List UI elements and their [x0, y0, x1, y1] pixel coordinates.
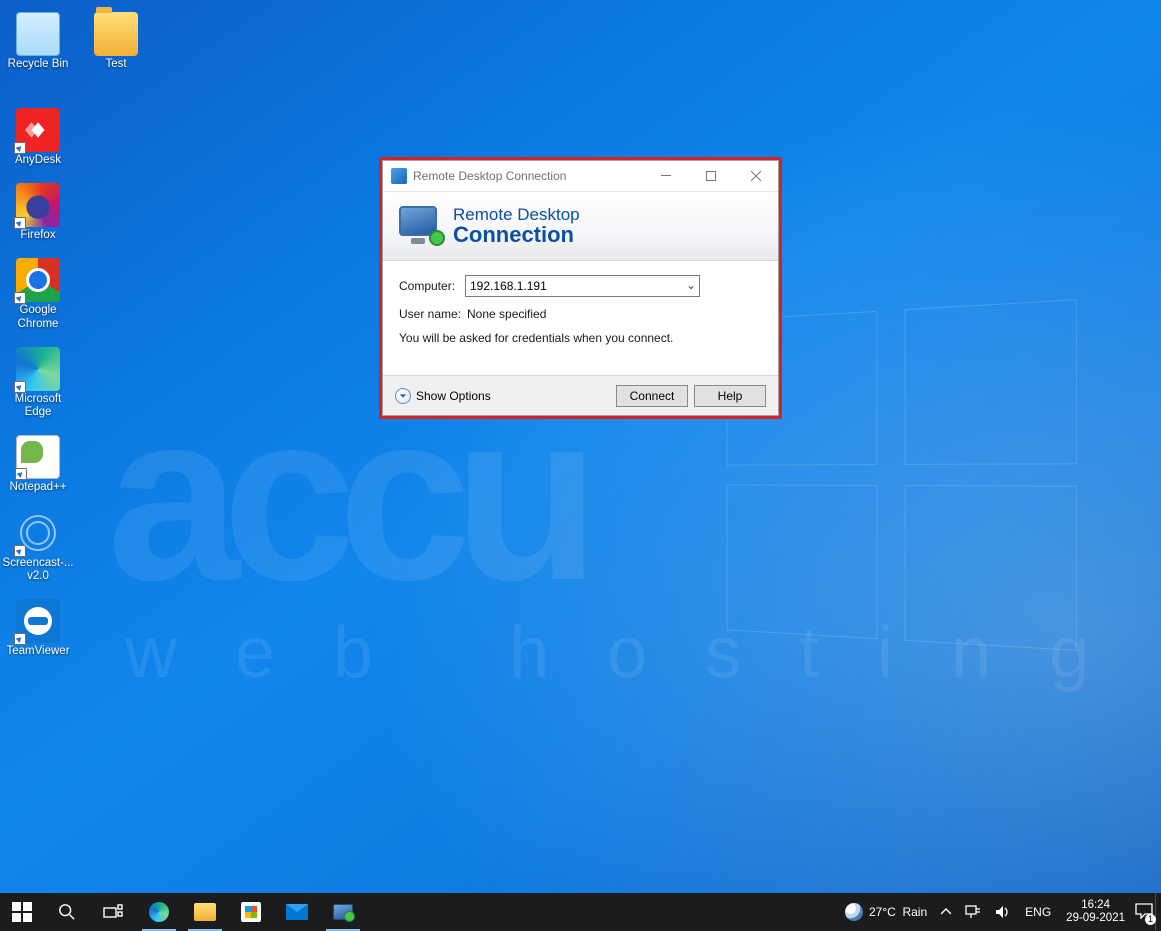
- connect-button[interactable]: Connect: [616, 385, 688, 407]
- shortcut-icon: [14, 142, 26, 154]
- desktop-icon-test-folder[interactable]: Test: [84, 12, 148, 71]
- notification-icon: 1: [1135, 903, 1153, 922]
- username-label: User name:: [399, 307, 465, 321]
- recycle-bin-icon: [16, 12, 60, 56]
- desktop-icon-teamviewer[interactable]: TeamViewer: [6, 599, 70, 658]
- chevron-down-icon: [395, 388, 411, 404]
- desktop-icon-edge[interactable]: Microsoft Edge: [6, 347, 70, 419]
- rdc-banner-line1: Remote Desktop: [453, 206, 580, 224]
- desktop-icon-chrome[interactable]: Google Chrome: [6, 258, 70, 330]
- taskbar-item-mail[interactable]: [274, 893, 320, 931]
- search-icon: [56, 901, 78, 923]
- task-view-icon: [102, 901, 124, 923]
- rdc-title-text: Remote Desktop Connection: [413, 169, 566, 183]
- help-button[interactable]: Help: [694, 385, 766, 407]
- username-value: None specified: [465, 307, 546, 321]
- desktop-icon-screencast[interactable]: Screencast-... v2.0: [6, 511, 70, 583]
- rdc-titlebar[interactable]: Remote Desktop Connection: [383, 161, 778, 191]
- mail-icon: [286, 904, 308, 920]
- folder-icon: [94, 12, 138, 56]
- rdc-icon: [333, 904, 353, 920]
- rdc-banner-line2: Connection: [453, 223, 580, 246]
- tray-network-button[interactable]: [958, 893, 988, 931]
- edge-icon: [149, 902, 169, 922]
- tray-volume-button[interactable]: [988, 893, 1018, 931]
- computer-input[interactable]: [465, 275, 700, 297]
- tray-overflow-button[interactable]: [934, 893, 958, 931]
- desktop-icon-notepadpp[interactable]: Notepad++: [6, 435, 70, 494]
- network-icon: [965, 905, 981, 919]
- action-center-button[interactable]: 1: [1133, 893, 1155, 931]
- screencast-icon: [16, 511, 60, 555]
- rdc-app-icon: [391, 168, 407, 184]
- shortcut-icon: [14, 545, 26, 557]
- show-options-button[interactable]: Show Options: [395, 388, 491, 404]
- taskbar-item-rdc[interactable]: [320, 893, 366, 931]
- notification-badge: 1: [1145, 914, 1156, 925]
- rdc-highlight-border: Remote Desktop Connection Remote Desktop…: [379, 157, 782, 419]
- rdc-hint-text: You will be asked for credentials when y…: [399, 331, 762, 345]
- volume-icon: [995, 905, 1011, 919]
- chrome-icon: [16, 258, 60, 302]
- shortcut-icon: [14, 292, 26, 304]
- anydesk-icon: [16, 108, 60, 152]
- taskbar-item-edge[interactable]: [136, 893, 182, 931]
- windows-start-icon: [12, 902, 32, 922]
- taskbar-item-store[interactable]: [228, 893, 274, 931]
- notepadpp-icon: [16, 435, 60, 479]
- desktop-icon-firefox[interactable]: Firefox: [6, 183, 70, 242]
- close-button[interactable]: [733, 161, 778, 191]
- shortcut-icon: [14, 633, 26, 645]
- rdc-banner-icon: [399, 206, 443, 246]
- taskbar-item-file-explorer[interactable]: [182, 893, 228, 931]
- shortcut-icon: [14, 381, 26, 393]
- weather-icon: [845, 903, 863, 921]
- edge-icon: [16, 347, 60, 391]
- show-desktop-button[interactable]: [1155, 893, 1161, 931]
- desktop-icon-recycle-bin[interactable]: Recycle Bin: [6, 12, 70, 71]
- weather-widget[interactable]: 27°C Rain: [838, 893, 934, 931]
- minimize-button[interactable]: [643, 161, 688, 191]
- taskbar-clock[interactable]: 16:24 29-09-2021: [1058, 899, 1133, 924]
- task-view-button[interactable]: [90, 893, 136, 931]
- computer-label: Computer:: [399, 279, 465, 293]
- firefox-icon: [16, 183, 60, 227]
- start-button[interactable]: [0, 893, 44, 931]
- maximize-button[interactable]: [688, 161, 733, 191]
- ms-store-icon: [241, 902, 261, 922]
- taskbar[interactable]: 27°C Rain ENG 16:24 29-09-2021 1: [0, 893, 1161, 931]
- shortcut-icon: [14, 217, 26, 229]
- desktop[interactable]: accu web hosting Recycle Bin Test AnyDes…: [0, 0, 1161, 893]
- chevron-up-icon: [941, 907, 951, 917]
- tray-language-button[interactable]: ENG: [1018, 893, 1058, 931]
- desktop-icon-anydesk[interactable]: AnyDesk: [6, 108, 70, 167]
- folder-icon: [194, 903, 216, 921]
- rdc-banner: Remote Desktop Connection: [383, 191, 778, 261]
- rdc-window[interactable]: Remote Desktop Connection Remote Desktop…: [382, 160, 779, 416]
- teamviewer-icon: [16, 599, 60, 643]
- search-button[interactable]: [44, 893, 90, 931]
- shortcut-icon: [15, 468, 27, 480]
